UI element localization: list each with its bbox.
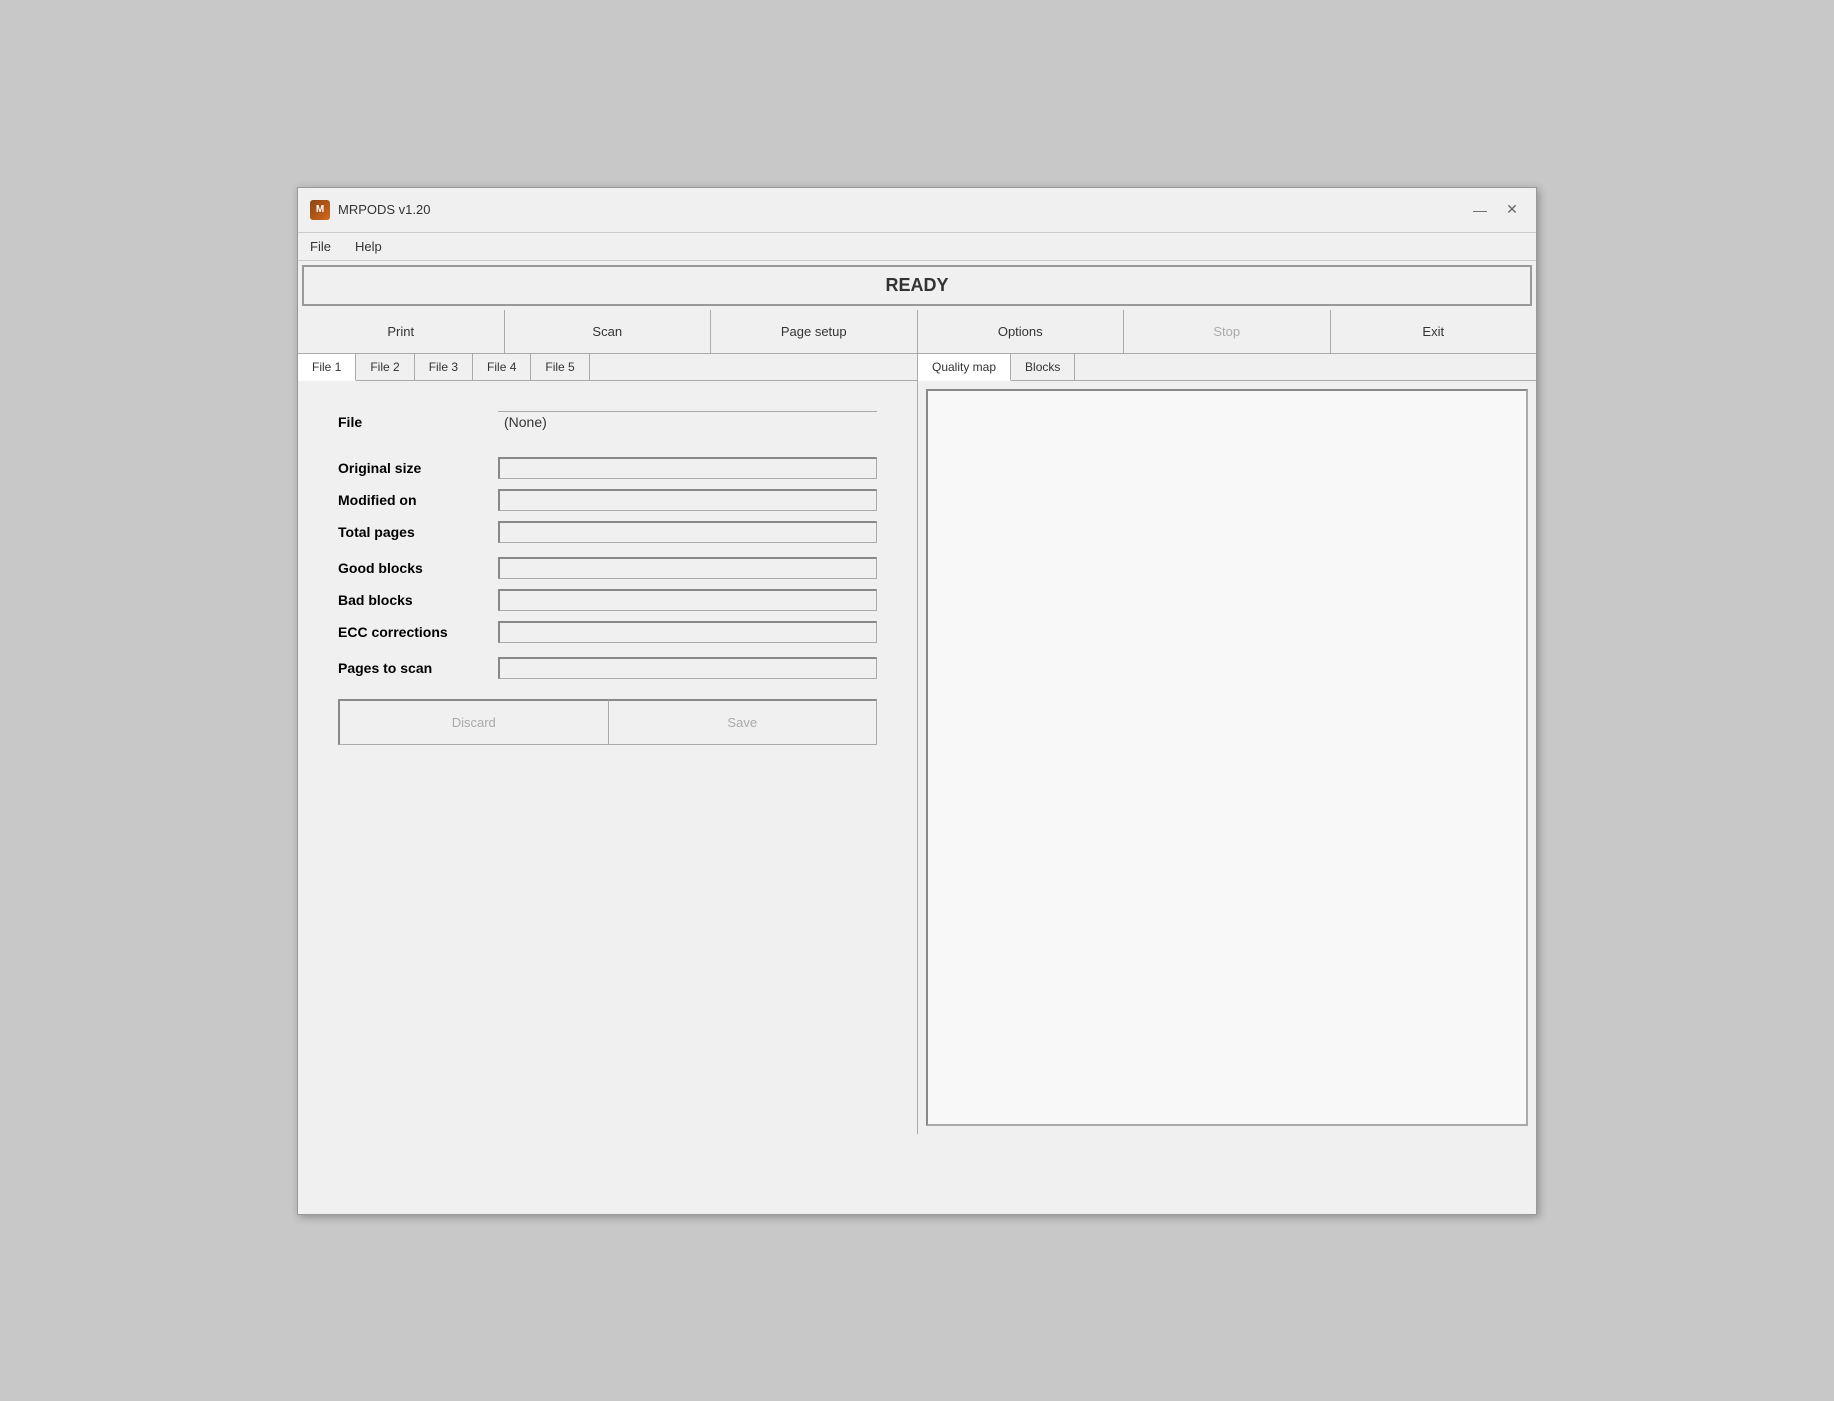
main-content: File 1 File 2 File 3 File 4 File 5 File … (298, 354, 1536, 1134)
bad-blocks-row: Bad blocks (338, 589, 877, 611)
file-label: File (338, 414, 498, 430)
modified-on-row: Modified on (338, 489, 877, 511)
file-tabs: File 1 File 2 File 3 File 4 File 5 (298, 354, 917, 381)
tab-file3[interactable]: File 3 (415, 354, 473, 380)
tab-file1[interactable]: File 1 (298, 354, 356, 381)
title-bar: M MRPODS v1.20 — ✕ (298, 188, 1536, 233)
action-buttons: Discard Save (338, 699, 877, 745)
good-blocks-label: Good blocks (338, 560, 498, 576)
right-panel: Quality map Blocks (918, 354, 1536, 1134)
save-button[interactable]: Save (609, 699, 878, 745)
status-bar: READY (302, 265, 1532, 306)
bad-blocks-input[interactable] (498, 589, 877, 611)
tab-blocks[interactable]: Blocks (1011, 354, 1075, 380)
title-bar-left: M MRPODS v1.20 (310, 200, 430, 220)
discard-button[interactable]: Discard (338, 699, 609, 745)
pages-to-scan-label: Pages to scan (338, 660, 498, 676)
exit-button[interactable]: Exit (1331, 310, 1537, 353)
options-button[interactable]: Options (918, 310, 1125, 353)
tab-quality-map[interactable]: Quality map (918, 354, 1011, 381)
file-name-row: File (None) (338, 411, 877, 433)
left-panel: File 1 File 2 File 3 File 4 File 5 File … (298, 354, 918, 1134)
app-icon: M (310, 200, 330, 220)
tab-file4[interactable]: File 4 (473, 354, 531, 380)
file-info: File (None) Original size Modified on To… (298, 381, 917, 1134)
menu-file[interactable]: File (306, 237, 335, 256)
app-title: MRPODS v1.20 (338, 202, 430, 217)
original-size-input[interactable] (498, 457, 877, 479)
ecc-corrections-input[interactable] (498, 621, 877, 643)
good-blocks-input[interactable] (498, 557, 877, 579)
toolbar: Print Scan Page setup Options Stop Exit (298, 310, 1536, 354)
right-tabs: Quality map Blocks (918, 354, 1536, 381)
pages-to-scan-row: Pages to scan (338, 657, 877, 679)
tab-file2[interactable]: File 2 (356, 354, 414, 380)
print-button[interactable]: Print (298, 310, 505, 353)
menu-help[interactable]: Help (351, 237, 386, 256)
file-value: (None) (498, 411, 877, 433)
close-button[interactable]: ✕ (1500, 198, 1524, 222)
minimize-button[interactable]: — (1468, 198, 1492, 222)
total-pages-row: Total pages (338, 521, 877, 543)
original-size-row: Original size (338, 457, 877, 479)
page-setup-button[interactable]: Page setup (711, 310, 918, 353)
total-pages-label: Total pages (338, 524, 498, 540)
status-text: READY (885, 275, 948, 295)
good-blocks-row: Good blocks (338, 557, 877, 579)
ecc-corrections-row: ECC corrections (338, 621, 877, 643)
tab-file5[interactable]: File 5 (531, 354, 589, 380)
menu-bar: File Help (298, 233, 1536, 261)
main-window: M MRPODS v1.20 — ✕ File Help READY Print… (297, 187, 1537, 1215)
scan-button[interactable]: Scan (505, 310, 712, 353)
total-pages-input[interactable] (498, 521, 877, 543)
ecc-corrections-label: ECC corrections (338, 624, 498, 640)
modified-on-label: Modified on (338, 492, 498, 508)
stop-button[interactable]: Stop (1124, 310, 1331, 353)
app-icon-letter: M (316, 204, 324, 215)
original-size-label: Original size (338, 460, 498, 476)
pages-to-scan-input[interactable] (498, 657, 877, 679)
title-bar-controls: — ✕ (1468, 198, 1524, 222)
modified-on-input[interactable] (498, 489, 877, 511)
bad-blocks-label: Bad blocks (338, 592, 498, 608)
bottom-area (298, 1134, 1536, 1214)
preview-area (926, 389, 1528, 1126)
